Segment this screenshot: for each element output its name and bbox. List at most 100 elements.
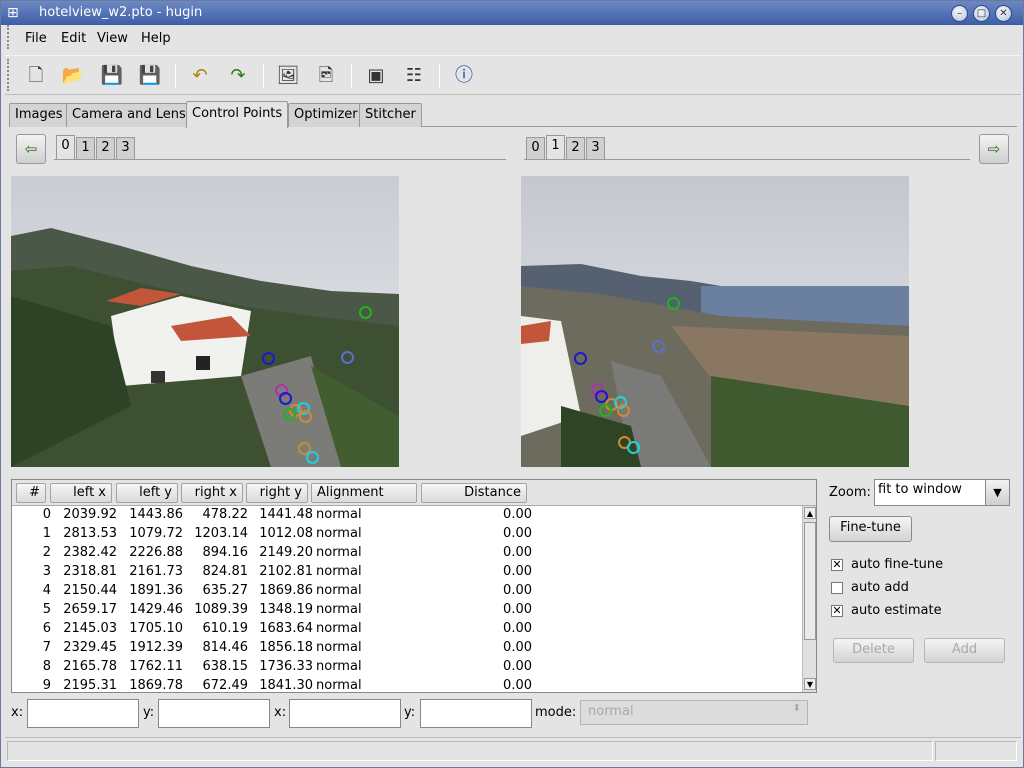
control-point-marker[interactable] (299, 410, 312, 423)
right-image-tab-0[interactable]: 0 (526, 137, 545, 159)
auto-fine-tune-checkbox[interactable]: ✕ (831, 559, 843, 571)
table-row[interactable]: 9 2195.31 1869.78 672.49 1841.30 normal 0.00 (12, 677, 802, 692)
add-button[interactable]: Add (924, 638, 1005, 663)
auto-add-label[interactable]: auto add (851, 580, 909, 595)
left-y-input[interactable] (158, 699, 270, 728)
menu-file[interactable]: File (25, 31, 47, 46)
cell-alignment: normal (316, 564, 362, 579)
save-as-icon[interactable]: 💾 (135, 62, 165, 90)
toolbar-grip[interactable] (7, 59, 11, 91)
prev-image-button[interactable]: ⇦ (16, 134, 46, 164)
mode-select[interactable]: normal ⬍ (580, 700, 808, 725)
scroll-up-icon[interactable]: ▲ (804, 507, 816, 519)
column-header-number[interactable]: # (16, 483, 46, 503)
right-x-input[interactable] (289, 699, 401, 728)
cell-left-y: 2226.88 (129, 545, 183, 560)
menu-help[interactable]: Help (141, 31, 171, 46)
menubar-grip[interactable] (7, 25, 11, 49)
minimize-icon[interactable]: – (951, 5, 968, 22)
control-point-marker[interactable] (341, 351, 354, 364)
right-image-tab-3[interactable]: 3 (586, 137, 605, 159)
delete-button[interactable]: Delete (833, 638, 914, 663)
control-point-marker[interactable] (652, 340, 665, 353)
title-bar[interactable]: ⊞ hotelview_w2.pto - hugin – □ ✕ (1, 1, 1023, 25)
cell-left-x: 2329.45 (63, 640, 117, 655)
control-point-marker[interactable] (617, 404, 630, 417)
next-image-button[interactable]: ⇨ (979, 134, 1009, 164)
column-header-right-x[interactable]: right x (181, 483, 243, 503)
toolbar: 🗋 📂 💾 💾 ↶ ↷ 🖼 🖻 ▣ ☷ ⓘ (5, 55, 1021, 95)
tab-images[interactable]: Images (9, 103, 69, 127)
control-point-marker[interactable] (283, 408, 296, 421)
right-image-view[interactable] (521, 176, 909, 467)
right-image-tab-2[interactable]: 2 (566, 137, 585, 159)
column-header-left-y[interactable]: left y (116, 483, 178, 503)
tab-camera-and-lens[interactable]: Camera and Lens (66, 103, 192, 127)
control-point-marker[interactable] (279, 392, 292, 405)
assistant-icon[interactable]: ☷ (399, 62, 429, 90)
redo-icon[interactable]: ↷ (223, 62, 253, 90)
cell-alignment: normal (316, 583, 362, 598)
auto-estimate-checkbox[interactable]: ✕ (831, 605, 843, 617)
column-header-alignment[interactable]: Alignment (311, 483, 417, 503)
right-y-input[interactable] (420, 699, 532, 728)
left-image-view[interactable] (11, 176, 399, 467)
left-image-tab-0[interactable]: 0 (56, 135, 75, 160)
open-folder-icon[interactable]: 📂 (58, 62, 88, 90)
arrow-right-icon: ⇨ (987, 140, 1001, 158)
left-x-input[interactable] (27, 699, 139, 728)
control-point-marker[interactable] (359, 306, 372, 319)
hugin-app-icon[interactable]: ⊞ (7, 5, 19, 21)
auto-add-checkbox[interactable] (831, 582, 843, 594)
menu-view[interactable]: View (97, 31, 128, 46)
zoom-dropdown-button[interactable]: ▼ (985, 479, 1010, 506)
zoom-select[interactable]: fit to window (874, 479, 986, 506)
table-row[interactable]: 3 2318.81 2161.73 824.81 2102.81 normal 0.00 (12, 563, 802, 582)
right-image-tab-1[interactable]: 1 (546, 135, 565, 160)
table-row[interactable]: 4 2150.44 1891.36 635.27 1869.86 normal 0.00 (12, 582, 802, 601)
table-row[interactable]: 2 2382.42 2226.88 894.16 2149.20 normal 0.00 (12, 544, 802, 563)
control-point-marker[interactable] (599, 404, 612, 417)
save-icon[interactable]: 💾 (97, 62, 127, 90)
column-header-distance[interactable]: Distance (421, 483, 527, 503)
add-time-series-icon[interactable]: 🖻 (311, 62, 341, 90)
table-scrollbar[interactable]: ▲ ▼ (802, 506, 816, 692)
maximize-icon[interactable]: □ (973, 5, 990, 22)
cell-right-y: 2102.81 (259, 564, 313, 579)
table-row[interactable]: 7 2329.45 1912.39 814.46 1856.18 normal 0.00 (12, 639, 802, 658)
new-file-icon[interactable]: 🗋 (21, 62, 51, 90)
control-point-marker[interactable] (574, 352, 587, 365)
cell-left-y: 1429.46 (129, 602, 183, 617)
control-point-marker[interactable] (262, 352, 275, 365)
auto-estimate-label[interactable]: auto estimate (851, 603, 942, 618)
info-icon[interactable]: ⓘ (449, 62, 479, 90)
column-header-left-x[interactable]: left x (50, 483, 112, 503)
close-icon[interactable]: ✕ (995, 5, 1012, 22)
control-point-marker[interactable] (667, 297, 680, 310)
menu-edit[interactable]: Edit (61, 31, 86, 46)
control-point-marker[interactable] (306, 451, 319, 464)
scroll-down-icon[interactable]: ▼ (804, 678, 816, 690)
undo-icon[interactable]: ↶ (185, 62, 215, 90)
tab-stitcher[interactable]: Stitcher (359, 103, 422, 127)
left-image-tab-3[interactable]: 3 (116, 137, 135, 159)
table-row[interactable]: 8 2165.78 1762.11 638.15 1736.33 normal 0.00 (12, 658, 802, 677)
cell-distance: 0.00 (503, 659, 532, 674)
fine-tune-button[interactable]: Fine-tune (829, 516, 912, 542)
tab-control-points[interactable]: Control Points (186, 101, 289, 128)
preview-icon[interactable]: ▣ (361, 62, 391, 90)
table-row[interactable]: 6 2145.03 1705.10 610.19 1683.64 normal 0.00 (12, 620, 802, 639)
panel-splitter[interactable] (9, 471, 1017, 477)
scroll-thumb[interactable] (804, 522, 816, 640)
auto-fine-tune-label[interactable]: auto fine-tune (851, 557, 943, 572)
cell-number: 6 (42, 621, 51, 636)
table-row[interactable]: 1 2813.53 1079.72 1203.14 1012.08 normal 0.00 (12, 525, 802, 544)
add-image-icon[interactable]: 🖼 (273, 62, 303, 90)
left-image-tab-1[interactable]: 1 (76, 137, 95, 159)
control-point-marker[interactable] (627, 441, 640, 454)
tab-optimizer[interactable]: Optimizer (288, 103, 364, 127)
table-row[interactable]: 5 2659.17 1429.46 1089.39 1348.19 normal 0.00 (12, 601, 802, 620)
column-header-right-y[interactable]: right y (246, 483, 308, 503)
left-image-tab-2[interactable]: 2 (96, 137, 115, 159)
table-row[interactable]: 0 2039.92 1443.86 478.22 1441.48 normal 0.00 (12, 506, 802, 525)
